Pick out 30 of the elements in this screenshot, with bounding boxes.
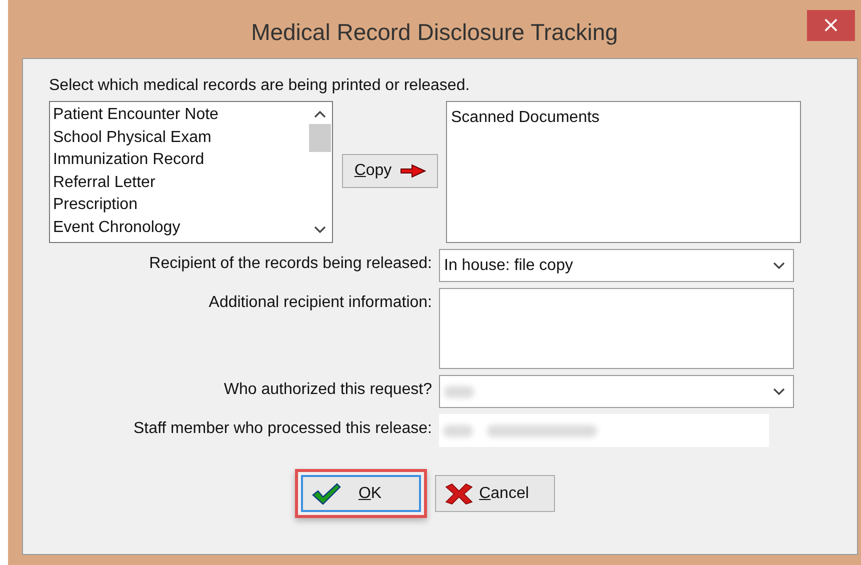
dropdown-icon[interactable] [773, 262, 785, 270]
records-listbox[interactable]: Patient Encounter Note School Physical Exam Immunization Record Referral Letter Prescription Event Chronology [49, 101, 333, 243]
field-label: Who authorized this request? [222, 381, 433, 399]
ok-button[interactable]: OK [301, 475, 421, 512]
record-item[interactable]: Patient Encounter Note [53, 104, 308, 126]
dropdown-icon[interactable] [773, 388, 785, 396]
field-label: Additional recipient information: [208, 294, 433, 312]
copy-button[interactable]: Copy [342, 154, 438, 188]
record-item[interactable]: Prescription [53, 194, 308, 216]
field-label: Recipient of the records being released: [148, 255, 433, 273]
record-item[interactable]: School Physical Exam [53, 126, 308, 149]
checkmark-icon [311, 482, 341, 506]
x-icon [444, 482, 474, 504]
close-button[interactable]: × [807, 10, 855, 41]
record-item[interactable]: Event Chronology [53, 216, 308, 239]
record-item[interactable]: Immunization Record [53, 149, 308, 172]
cancel-button[interactable]: Cancel [435, 475, 555, 512]
record-item[interactable]: Scanned Documents [451, 107, 800, 130]
field-label: Staff member who processed this release: [132, 420, 433, 438]
scroll-up-icon[interactable] [314, 110, 326, 118]
instruction-text: Select which medical records are being printed or released. [49, 77, 471, 95]
record-item[interactable]: Referral Letter [53, 172, 308, 194]
selected-records-list[interactable]: Scanned Documents [446, 101, 801, 243]
text-area[interactable] [439, 288, 794, 369]
arrow-icon [400, 164, 426, 178]
scrollbar-thumb[interactable] [309, 124, 331, 152]
dropdown-field[interactable] [439, 375, 794, 408]
dropdown-field[interactable]: In house: file copy [439, 249, 794, 282]
window-title: Medical Record Disclosure Tracking [251, 19, 618, 46]
scroll-down-icon[interactable] [314, 226, 326, 234]
